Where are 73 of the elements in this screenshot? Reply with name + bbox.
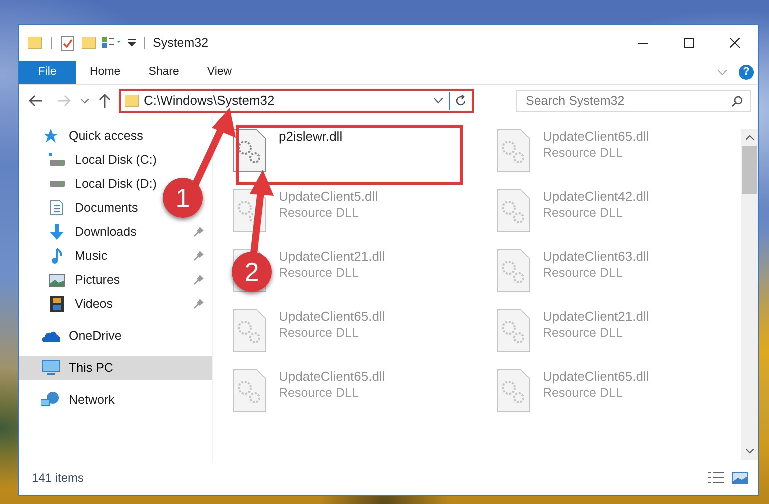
ribbon-tab[interactable]: Share [134,61,194,84]
chevron-up-icon [746,135,754,140]
ribbon-tab[interactable]: File [19,61,76,84]
minimize-icon [638,42,648,44]
ribbon-tab[interactable]: Home [76,61,135,84]
film-icon [50,296,64,312]
nav-item[interactable]: This PC [69,358,114,378]
drive-icon [49,180,65,188]
nav-item[interactable]: Documents [75,198,138,218]
dropdown-icon [128,39,136,47]
search-icon [732,96,743,106]
document-icon [50,200,64,216]
window-title: System32 [153,34,209,52]
file-type: Resource DLL [543,265,624,281]
nav-item[interactable]: Local Disk (C:) [75,150,157,170]
monitor-icon [42,360,60,376]
settings-file-icon [233,369,267,413]
maximize-icon [684,38,694,48]
help-icon[interactable]: ? [739,65,754,80]
ribbon-tab[interactable]: View [193,61,246,84]
chevron-down-icon [434,98,443,104]
refresh-icon[interactable] [455,95,467,107]
file-type: Resource DLL [543,325,624,341]
nav-item[interactable]: Pictures [75,270,120,290]
search-field[interactable]: Search System32 [516,90,751,112]
nav-item[interactable]: Quick access [69,126,144,146]
search-input[interactable]: Search System32 [526,92,732,110]
details-view-icon[interactable] [708,472,724,484]
scrollbar-thumb[interactable] [742,146,757,194]
back-icon[interactable] [29,95,43,107]
file-type: Resource DLL [279,205,360,221]
nav-item[interactable]: Local Disk (D:) [75,174,157,194]
nav-item[interactable]: Downloads [75,222,137,242]
network-icon [41,392,61,408]
settings-file-icon [497,129,531,173]
file-type: Resource DLL [543,385,624,401]
file-name[interactable]: p2islewr.dll [279,129,343,145]
file-type: Resource DLL [543,205,624,221]
up-icon[interactable] [99,94,111,108]
close-icon [730,38,740,48]
properties-icon [61,36,74,50]
nav-item[interactable]: Network [69,390,115,410]
chevron-down-icon [746,449,754,454]
settings-file-icon [497,309,531,353]
nav-item[interactable]: Music [75,246,108,266]
address-path: C:\Windows\System32 [144,92,276,110]
folder-icon [125,95,139,107]
settings-file-icon [233,129,267,173]
chevron-down-icon [718,70,727,76]
file-type: Resource DLL [543,145,624,161]
chevron-down-icon[interactable] [81,98,89,104]
large-icons-view-icon[interactable] [732,472,748,484]
nav-item[interactable]: Videos [75,294,113,314]
image-icon [49,274,65,286]
music-note-icon [51,248,63,264]
nav-item[interactable]: OneDrive [69,326,122,346]
file-type: Resource DLL [279,265,360,281]
new-folder-icon [82,37,96,49]
scrollbar[interactable] [741,129,758,460]
item-count: 141 items [32,470,84,487]
file-type: Resource DLL [279,385,360,401]
settings-file-icon [233,309,267,353]
file-type: Resource DLL [279,325,360,341]
star-icon [43,128,59,144]
down-arrow-icon [49,224,65,240]
settings-file-icon [497,369,531,413]
cloud-icon [41,330,61,342]
drive-icon [49,153,65,167]
address-field[interactable]: C:\Windows\System32 [119,89,474,113]
folder-icon [28,37,42,49]
view-options-icon [102,37,122,49]
settings-file-icon [497,249,531,293]
settings-file-icon [497,189,531,233]
